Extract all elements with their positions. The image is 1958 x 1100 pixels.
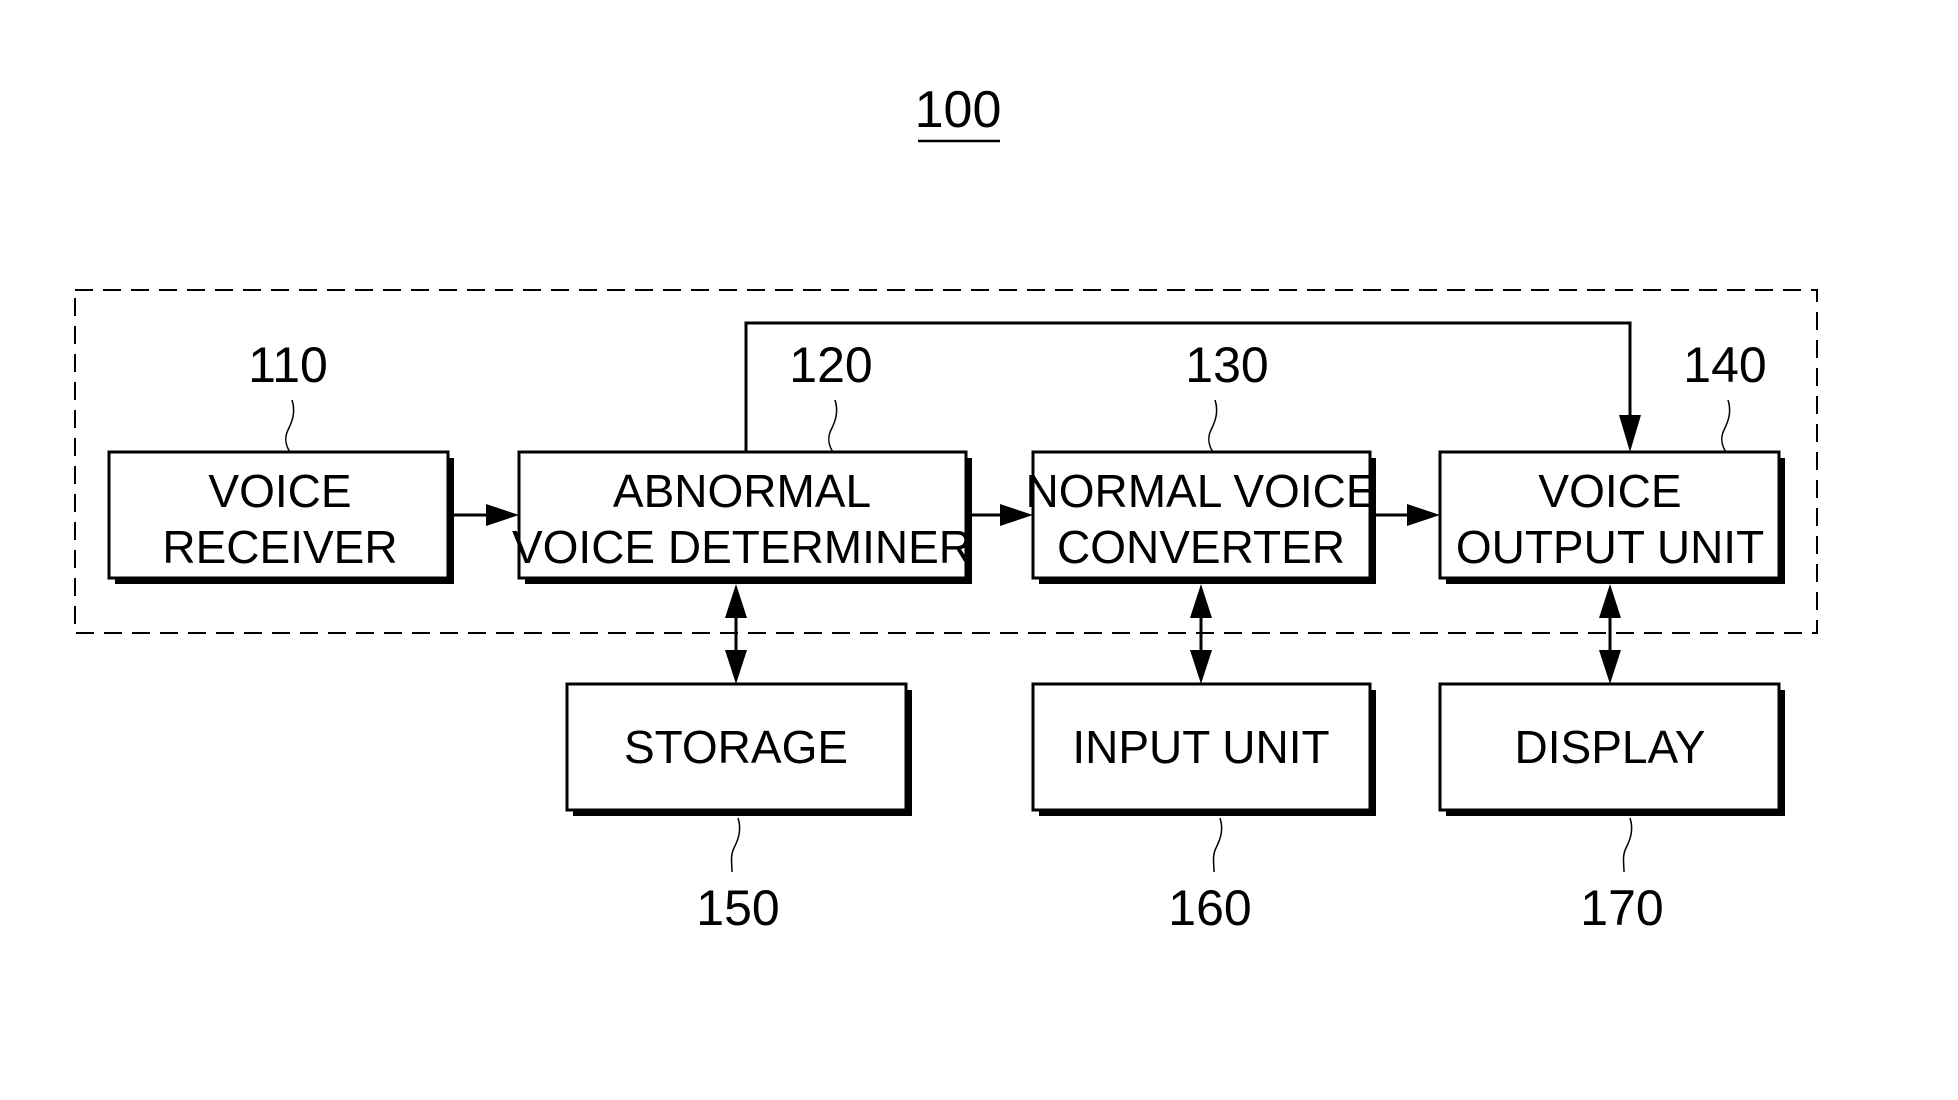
box-voice-receiver: VOICE RECEIVER	[107, 450, 454, 584]
title-ref-label: 100	[915, 81, 1002, 139]
arrow-converter-to-output	[1376, 504, 1440, 526]
leader-140	[1721, 399, 1731, 453]
leader-110	[285, 399, 295, 453]
box-label-line: RECEIVER	[162, 521, 397, 573]
ref-label-170: 170	[1580, 880, 1663, 936]
feedback-arrowhead	[1619, 415, 1641, 452]
arrow-determiner-to-converter	[972, 504, 1033, 526]
box-label-line: STORAGE	[624, 721, 848, 773]
ref-label-130: 130	[1185, 337, 1268, 393]
box-display: DISPLAY	[1438, 682, 1785, 816]
block-diagram: 100 VOICE RECEIVER ABNORMAL VOICE DETERM…	[74, 81, 1818, 936]
ref-label-110: 110	[248, 337, 328, 393]
box-label-line: CONVERTER	[1057, 521, 1345, 573]
box-label-line: OUTPUT UNIT	[1456, 521, 1764, 573]
leader-150	[730, 817, 741, 873]
leader-170	[1622, 817, 1633, 873]
leader-120	[828, 399, 838, 453]
box-label-line: NORMAL VOICE	[1025, 465, 1376, 517]
box-label-line: INPUT UNIT	[1072, 721, 1329, 773]
box-normal-voice-converter: NORMAL VOICE CONVERTER	[1025, 450, 1377, 584]
box-label-line: VOICE DETERMINER	[512, 521, 972, 573]
leader-130	[1208, 399, 1218, 453]
ref-label-120: 120	[789, 337, 872, 393]
box-label-line: VOICE	[208, 465, 351, 517]
ref-label-140: 140	[1683, 337, 1766, 393]
box-label-line: ABNORMAL	[613, 465, 871, 517]
box-label-line: DISPLAY	[1515, 721, 1706, 773]
box-voice-output-unit: VOICE OUTPUT UNIT	[1438, 450, 1785, 584]
box-label-line: VOICE	[1538, 465, 1681, 517]
box-input-unit: INPUT UNIT	[1031, 682, 1376, 816]
box-storage: STORAGE	[565, 682, 912, 816]
leader-160	[1212, 817, 1223, 873]
ref-label-160: 160	[1168, 880, 1251, 936]
ref-label-150: 150	[696, 880, 779, 936]
box-abnormal-voice-determiner: ABNORMAL VOICE DETERMINER	[512, 450, 972, 584]
arrow-receiver-to-determiner	[454, 504, 519, 526]
